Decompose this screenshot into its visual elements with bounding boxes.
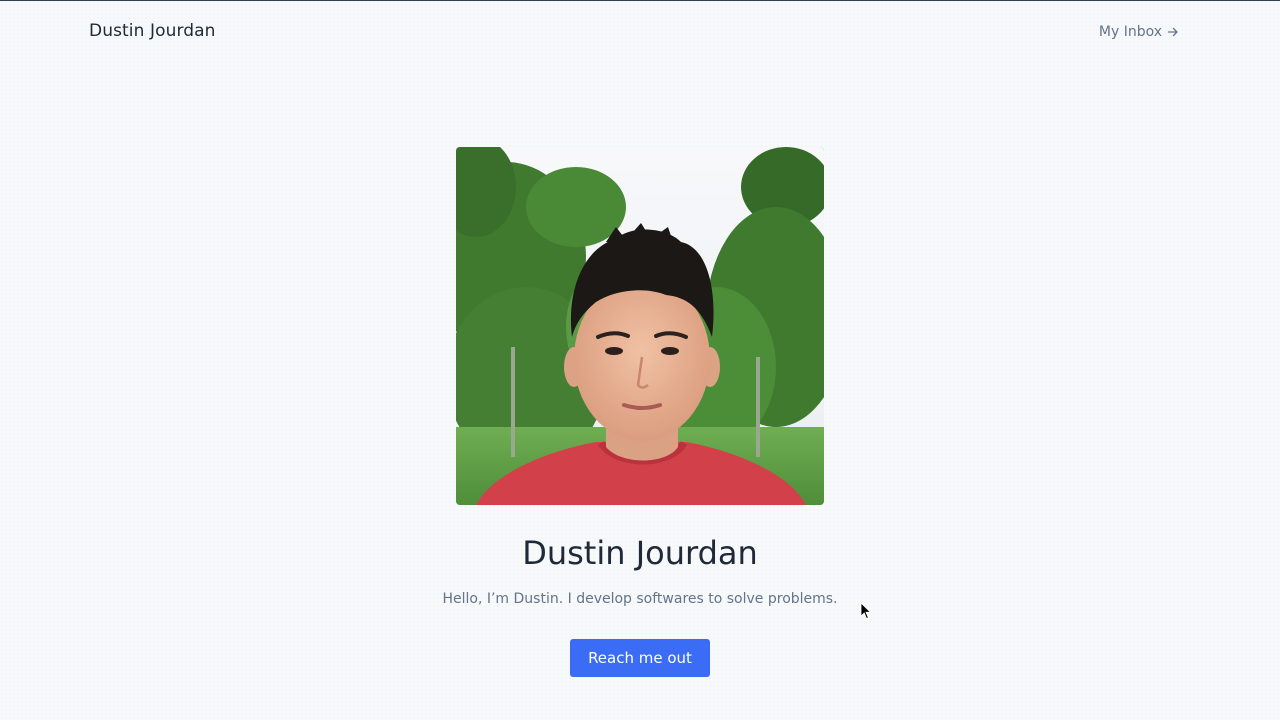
reach-me-out-button[interactable]: Reach me out <box>570 639 710 677</box>
top-navigation: Dustin Jourdan My Inbox <box>0 0 1280 64</box>
mouse-pointer-icon <box>860 602 872 620</box>
profile-tagline: Hello, I’m Dustin. I develop softwares t… <box>442 591 838 607</box>
profile-photo <box>456 147 824 505</box>
arrow-right-icon <box>1167 27 1178 37</box>
my-inbox-label: My Inbox <box>1098 24 1162 40</box>
brand-name[interactable]: Dustin Jourdan <box>89 21 216 41</box>
my-inbox-link[interactable]: My Inbox <box>1099 24 1179 40</box>
profile-name: Dustin Jourdan <box>522 534 758 572</box>
portrait-photo-image <box>456 147 824 505</box>
